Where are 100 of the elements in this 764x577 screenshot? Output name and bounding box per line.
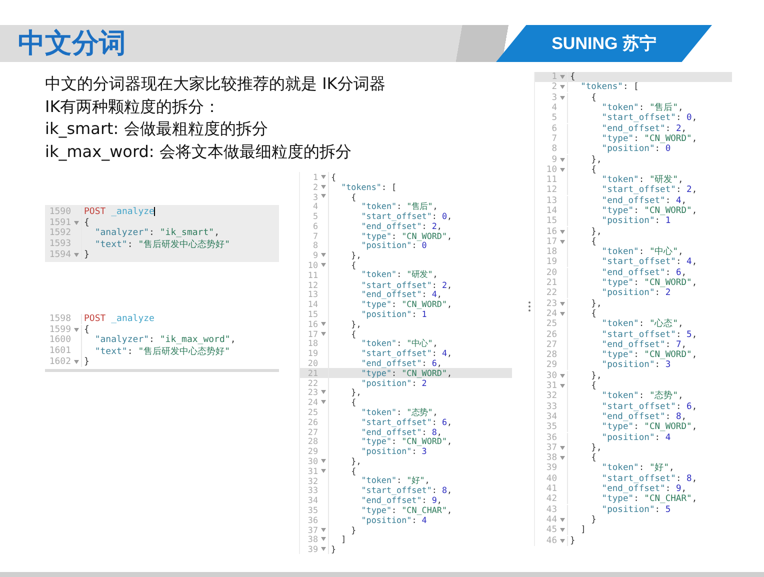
line-number: 34 — [306, 495, 318, 506]
code-line: "type": "CN_WORD", — [328, 368, 452, 378]
code-line: "token": "中心", — [328, 338, 438, 349]
line-number: 28 — [306, 436, 318, 446]
code-line: "end_offset": 9, — [328, 495, 442, 506]
line-number: 42 — [545, 494, 557, 504]
resize-handle-icon[interactable] — [528, 301, 531, 312]
code-line: "end_offset": 8, — [567, 412, 687, 422]
fold-icon[interactable] — [74, 328, 78, 332]
fold-icon[interactable] — [320, 174, 326, 179]
line-number: 1591 — [48, 218, 71, 228]
line-number: 12 — [306, 280, 318, 290]
code-line: "token": "心态", — [567, 318, 684, 330]
fold-icon[interactable] — [320, 459, 326, 463]
code-line: "end_offset": 6, — [567, 268, 687, 278]
line-number: 1600 — [48, 335, 71, 346]
code-line: "type": "CN_WORD", — [328, 299, 452, 310]
request-editor[interactable]: 1598 POST _analyze 1599 { 1600 "analyzer": "ik_max_word", 1601 "text": "售后研发中心态势好" 1602 } — [45, 312, 279, 372]
fold-icon[interactable] — [320, 322, 326, 326]
fold-icon[interactable] — [560, 518, 564, 522]
fold-icon[interactable] — [560, 456, 564, 460]
code-line: "position": 1 — [567, 216, 671, 226]
line-number: 9 — [550, 154, 557, 165]
line-number: 43 — [545, 504, 557, 515]
code-line: "position": 4 — [328, 514, 427, 525]
code-line: } — [328, 524, 356, 535]
line-number: 23 — [306, 387, 318, 398]
line-number: 21 — [306, 368, 318, 378]
code-line: "token": "研发", — [567, 174, 684, 186]
intro-text: ik_max_word: 会将文本做最细粒度的拆分 — [45, 140, 352, 163]
line-number: 26 — [306, 416, 318, 427]
code-line: "end_offset": 9, — [567, 484, 687, 494]
code-line: { — [567, 72, 576, 82]
line-number: 1 — [550, 72, 557, 82]
fold-icon[interactable] — [74, 252, 78, 257]
line-number: 33 — [545, 402, 557, 412]
code-line: { — [567, 381, 596, 392]
code-line: "type": "CN_WORD", — [567, 422, 698, 432]
line-number: 19 — [306, 348, 318, 358]
line-number: 1599 — [48, 324, 71, 335]
fold-icon[interactable] — [74, 220, 78, 225]
fold-icon[interactable] — [560, 528, 564, 532]
code-line: "token": "中心", — [567, 246, 684, 258]
code-line: "type": "CN_WORD", — [567, 134, 698, 144]
line-number: 34 — [545, 412, 557, 422]
line-number: 1602 — [48, 356, 71, 367]
code-line: { — [328, 466, 356, 476]
code-line: } — [567, 514, 596, 525]
line-number: 1601 — [48, 346, 71, 356]
line-number: 7 — [550, 134, 557, 144]
line-number: 20 — [545, 268, 557, 278]
fold-icon[interactable] — [560, 158, 564, 162]
code-line: "token": "态势", — [567, 390, 684, 402]
fold-icon[interactable] — [320, 263, 326, 268]
code-line: "text": "售后研发中心态势好" — [81, 344, 230, 358]
fold-icon[interactable] — [560, 75, 564, 80]
fold-icon[interactable] — [560, 538, 564, 542]
fold-icon[interactable] — [74, 360, 78, 364]
line-number: 22 — [306, 378, 318, 388]
fold-icon[interactable] — [560, 85, 564, 90]
code-line: "position": 2 — [328, 378, 427, 388]
line-number: 28 — [545, 350, 557, 360]
line-number: 35 — [306, 505, 318, 515]
fold-icon[interactable] — [560, 168, 564, 172]
fold-icon[interactable] — [560, 312, 564, 316]
fold-icon[interactable] — [320, 400, 326, 404]
code-line: }, — [328, 250, 362, 260]
fold-icon[interactable] — [560, 302, 564, 306]
fold-icon[interactable] — [560, 374, 564, 378]
fold-icon[interactable] — [320, 390, 326, 394]
code-line: "start_offset": 2, — [328, 280, 452, 290]
line-number: 2 — [312, 182, 318, 192]
code-line: }, — [328, 456, 362, 466]
code-line: "type": "CN_CHAR", — [328, 505, 452, 515]
fold-icon[interactable] — [560, 96, 564, 100]
fold-icon[interactable] — [320, 468, 326, 473]
line-number: 30 — [545, 370, 557, 381]
line-number: 3 — [312, 192, 318, 202]
fold-icon[interactable] — [320, 253, 326, 258]
line-number: 31 — [545, 381, 557, 392]
line-number: 31 — [306, 466, 318, 476]
code-line: "analyzer": "ik_smart", — [81, 228, 220, 238]
fold-icon[interactable] — [320, 547, 326, 552]
line-number: 16 — [545, 226, 557, 237]
fold-icon[interactable] — [560, 446, 564, 450]
request-editor[interactable]: 1590 POST _analyze 1591 { 1592 "analyzer": "ik_smart", 1593 "text": "售后研发中心态势好" 1594 } — [45, 205, 279, 262]
line-number: 1593 — [48, 239, 71, 250]
line-number: 1592 — [48, 228, 71, 238]
line-number: 3 — [550, 92, 557, 103]
fold-icon[interactable] — [560, 240, 564, 244]
code-line: { — [328, 328, 356, 339]
fold-icon[interactable] — [560, 384, 564, 388]
code-line: "type": "CN_WORD", — [567, 350, 698, 360]
line-number: 39 — [545, 463, 557, 474]
line-number: 12 — [545, 185, 557, 196]
code-line: "position": 3 — [328, 446, 427, 456]
line-number: 2 — [550, 82, 557, 92]
fold-icon[interactable] — [320, 332, 326, 336]
code-line: }, — [328, 387, 362, 398]
fold-icon[interactable] — [560, 230, 564, 234]
